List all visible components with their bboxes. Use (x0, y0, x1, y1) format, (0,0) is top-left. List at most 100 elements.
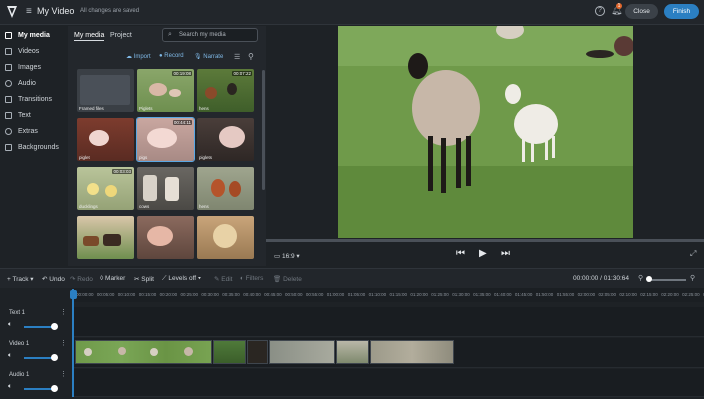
video-clip[interactable] (370, 340, 454, 364)
volume-icon[interactable]: 🔈︎ (8, 383, 12, 391)
more-options-icon[interactable]: ⋮ (60, 370, 67, 378)
more-options-icon[interactable]: ⋮ (60, 308, 67, 316)
backgrounds-icon (5, 144, 12, 151)
volume-slider-fill (24, 357, 53, 359)
ruler-tick-label: 01:25:00 (431, 292, 449, 297)
video-preview[interactable] (338, 26, 633, 238)
playhead-handle[interactable] (70, 290, 77, 299)
search-input[interactable]: ⌕ Search my media (162, 28, 258, 42)
track-header-text-1: Text 1 ⋮ 🔈︎ (0, 307, 72, 337)
volume-icon[interactable]: 🔈︎ (8, 321, 12, 329)
more-options-icon[interactable]: ⋮ (60, 339, 67, 347)
zoom-slider[interactable] (648, 279, 686, 281)
sidebar-item-backgrounds[interactable]: Backgrounds (0, 140, 68, 155)
undo-button[interactable]: ↶ Undo (42, 275, 65, 283)
sort-icon[interactable]: ☰ (234, 53, 240, 61)
thumbnail-caption: cows (139, 204, 150, 209)
track-name: Text 1 (9, 310, 26, 316)
sidebar-item-text[interactable]: Text (0, 108, 68, 123)
thumbnail-caption: piglets (199, 155, 213, 160)
sidebar-item-extras[interactable]: Extras (0, 124, 68, 139)
filters-button[interactable]: ◐ Filters (240, 275, 263, 282)
video-clip[interactable] (75, 340, 212, 364)
sidebar-item-my-media[interactable]: My media (0, 28, 68, 43)
sidebar-item-audio[interactable]: Audio (0, 76, 68, 91)
zoom-slider-handle[interactable] (646, 276, 652, 282)
media-thumbnail[interactable]: 00:07:22 hens (197, 69, 254, 112)
media-thumbnail[interactable]: Framed files (77, 69, 134, 112)
thumbnail-duration: 00:19:08 (172, 71, 192, 76)
narrate-button[interactable]: 🎙︎ Narrate (194, 53, 223, 60)
sidebar: My media Videos Images Audio Transitions… (0, 26, 68, 266)
play-icon[interactable]: ▶︎ (479, 248, 487, 259)
media-thumbnail[interactable]: piglet (77, 118, 134, 161)
ruler-tick-label: 02:00:00 (577, 292, 596, 297)
levels-button[interactable]: ⟋ Levels off ▾ (162, 275, 201, 283)
video-clip[interactable] (336, 340, 369, 364)
playhead[interactable] (72, 289, 74, 397)
video-clip[interactable] (213, 340, 246, 364)
import-button[interactable]: ☁ Import (126, 53, 151, 60)
top-bar: ≡ My Video All changes are saved ? 🔔︎ 1 … (0, 0, 704, 25)
image-icon (5, 64, 12, 71)
media-thumbnail[interactable]: hens (197, 167, 254, 210)
tab-my-media[interactable]: My media (74, 32, 105, 41)
media-thumbnail[interactable]: 00:19:08 Piglets (137, 69, 194, 112)
filter-icon[interactable]: ⚲ (248, 52, 254, 61)
sidebar-item-transitions[interactable]: Transitions (0, 92, 68, 107)
help-icon[interactable]: ? (595, 6, 605, 16)
volume-icon[interactable]: 🔈︎ (8, 352, 12, 360)
audio-track-lane[interactable] (72, 369, 704, 397)
extras-icon (5, 128, 12, 135)
fullscreen-icon[interactable]: ⤢ (690, 249, 696, 259)
delete-button[interactable]: 🗑︎ Delete (273, 275, 302, 283)
marker-button[interactable]: ◊ Marker (100, 275, 125, 282)
redo-button[interactable]: ↷ Redo (70, 275, 93, 283)
media-thumbnail[interactable] (77, 216, 134, 259)
delete-label: Delete (283, 276, 302, 283)
project-title[interactable]: My Video (37, 6, 74, 16)
finish-button[interactable]: Finish (664, 4, 699, 19)
thumbnail-caption: Piglets (139, 106, 153, 111)
ruler-tick-label: 00:10:00 (117, 292, 136, 297)
skip-back-icon[interactable]: ⏮︎ (456, 248, 465, 259)
media-thumbnail[interactable]: 00:44:11 pigs (136, 117, 195, 162)
split-button[interactable]: ✂ Split (134, 275, 154, 283)
volume-slider-handle[interactable] (51, 385, 58, 392)
aspect-ratio-dropdown[interactable]: ▭ 16:9 ▾ (274, 252, 300, 260)
media-thumbnail[interactable] (137, 216, 194, 259)
ruler-tick-label: 01:35:00 (473, 292, 491, 297)
ruler-tick-label: 00:30:00 (201, 292, 219, 297)
edit-toolbar: + Track ▾ ↶ Undo ↷ Redo ◊ Marker ✂ Split… (0, 268, 704, 288)
text-track-lane[interactable] (72, 307, 704, 337)
app-logo-icon[interactable] (6, 5, 18, 19)
track-header-video-1: Video 1 ⋮ 🔈︎ (0, 338, 72, 368)
tab-project[interactable]: Project (110, 32, 132, 39)
timecode: 00:00:00 / 01:30:64 (573, 275, 630, 282)
record-button[interactable]: ● Record (159, 53, 184, 59)
playback-progress[interactable] (266, 239, 704, 242)
video-clip[interactable] (269, 340, 335, 364)
sidebar-item-videos[interactable]: Videos (0, 44, 68, 59)
media-scrollbar[interactable] (262, 70, 265, 190)
add-track-button[interactable]: + Track ▾ (7, 275, 34, 283)
ruler-tick-label: 01:20:00 (410, 292, 428, 297)
timeline-ruler[interactable]: 00:00:00 00:05:00 00:10:00 00:15:00 00:20:00… (72, 288, 704, 302)
video-clip[interactable] (247, 340, 268, 364)
sidebar-item-images[interactable]: Images (0, 60, 68, 75)
edit-button[interactable]: ✎ Edit (214, 275, 232, 283)
zoom-in-icon[interactable]: ⚲ (690, 274, 695, 282)
volume-slider-handle[interactable] (51, 354, 58, 361)
media-thumbnail[interactable]: piglets (197, 118, 254, 161)
media-thumbnail[interactable]: cows (137, 167, 194, 210)
media-thumbnail[interactable] (197, 216, 254, 259)
close-button[interactable]: Close (625, 4, 658, 19)
volume-slider-handle[interactable] (51, 323, 58, 330)
menu-icon[interactable]: ≡ (26, 6, 32, 17)
ruler-tick-label: 01:00:00 (326, 292, 345, 297)
zoom-out-icon[interactable]: ⚲ (638, 274, 643, 282)
volume-slider-fill (24, 326, 53, 328)
thumbnail-duration: 00:07:22 (232, 71, 252, 76)
media-thumbnail[interactable]: 00:03:03 ducklings (77, 167, 134, 210)
skip-forward-icon[interactable]: ⏭︎ (501, 248, 510, 259)
